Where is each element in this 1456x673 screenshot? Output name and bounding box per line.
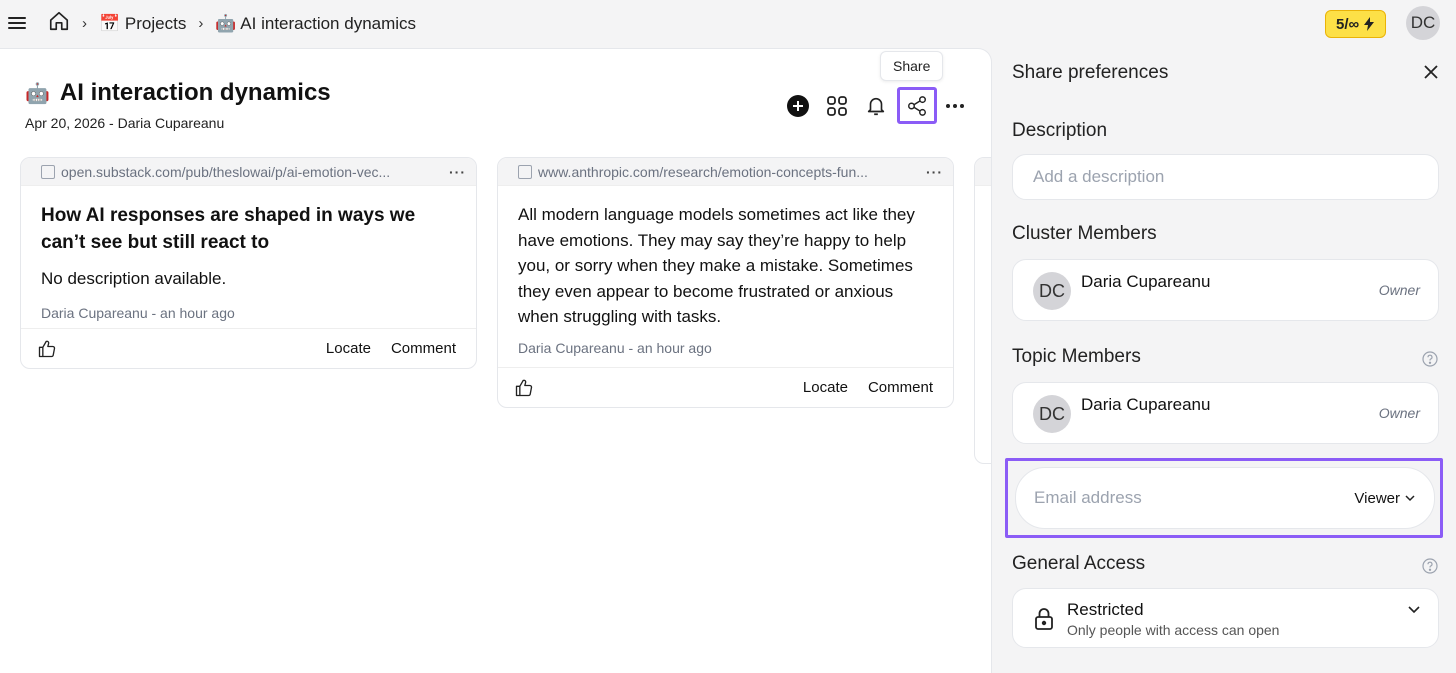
card-menu-button[interactable]: ··· bbox=[449, 164, 466, 180]
breadcrumb-projects[interactable]: 📅 Projects bbox=[99, 14, 186, 34]
comment-button[interactable]: Comment bbox=[391, 340, 456, 357]
card-description: All modern language models sometimes act… bbox=[518, 205, 915, 326]
email-input[interactable]: Email address bbox=[1034, 488, 1354, 508]
user-avatar[interactable]: DC bbox=[1406, 6, 1440, 40]
description-placeholder: Add a description bbox=[1033, 167, 1165, 186]
breadcrumb: › 📅 Projects › 🤖 AI interaction dynamics bbox=[48, 10, 416, 37]
card-body: All modern language models sometimes act… bbox=[498, 186, 953, 366]
avatar: DC bbox=[1033, 272, 1071, 310]
description-label: Description bbox=[1012, 120, 1108, 141]
bolt-icon bbox=[1364, 17, 1375, 31]
project-emoji: 🤖 bbox=[25, 82, 50, 105]
general-access-select[interactable]: Restricted Only people with access can o… bbox=[1012, 588, 1439, 648]
card-menu-button[interactable]: ··· bbox=[926, 164, 943, 180]
role-select[interactable]: Viewer bbox=[1354, 490, 1416, 507]
resource-card[interactable] bbox=[974, 157, 991, 464]
ellipsis-icon bbox=[946, 103, 964, 108]
card-header: open.substack.com/pub/theslowai/p/ai-emo… bbox=[21, 158, 476, 186]
resource-card[interactable]: open.substack.com/pub/theslowai/p/ai-emo… bbox=[20, 157, 477, 369]
top-bar: › 📅 Projects › 🤖 AI interaction dynamics… bbox=[0, 0, 1456, 48]
grid-icon bbox=[827, 95, 847, 116]
menu-icon[interactable] bbox=[8, 14, 26, 32]
breadcrumb-project[interactable]: 🤖 AI interaction dynamics bbox=[215, 14, 416, 34]
card-url[interactable]: www.anthropic.com/research/emotion-conce… bbox=[538, 164, 920, 180]
quota-text: 5/∞ bbox=[1336, 15, 1360, 33]
share-button[interactable] bbox=[897, 87, 937, 124]
lock-icon bbox=[1035, 608, 1053, 630]
locate-button[interactable]: Locate bbox=[803, 379, 848, 396]
thumbs-up-icon[interactable] bbox=[37, 339, 57, 359]
card-checkbox[interactable] bbox=[518, 164, 532, 179]
notifications-button[interactable] bbox=[862, 92, 890, 120]
cluster-members-label: Cluster Members bbox=[1012, 223, 1157, 244]
general-access-label: General Access bbox=[1012, 553, 1146, 574]
grid-view-button[interactable] bbox=[823, 92, 851, 120]
card-meta: Daria Cupareanu - an hour ago bbox=[518, 339, 712, 356]
chevron-down-icon bbox=[1408, 606, 1420, 614]
usage-quota-badge[interactable]: 5/∞ bbox=[1325, 10, 1387, 38]
member-name: Daria Cupareanu bbox=[1081, 272, 1211, 291]
more-options-button[interactable] bbox=[941, 92, 969, 120]
chevron-down-icon bbox=[1405, 495, 1415, 502]
card-body: How AI responses are shaped in ways we c… bbox=[21, 186, 476, 331]
member-role: Owner bbox=[1378, 282, 1420, 298]
help-icon[interactable] bbox=[1422, 351, 1438, 367]
comment-button[interactable]: Comment bbox=[868, 379, 933, 396]
project-toolbar bbox=[784, 87, 980, 124]
card-footer: Locate Comment bbox=[498, 367, 953, 407]
chevron-right-icon: › bbox=[198, 15, 204, 32]
share-preferences-panel: Share preferences Description Add a desc… bbox=[993, 48, 1456, 673]
member-name: Daria Cupareanu bbox=[1081, 395, 1211, 414]
close-icon[interactable] bbox=[1421, 62, 1441, 82]
locate-button[interactable]: Locate bbox=[326, 340, 371, 357]
member-row: DC Daria Cupareanu Owner bbox=[1012, 382, 1439, 444]
card-description: No description available. bbox=[41, 269, 227, 288]
plus-circle-icon bbox=[787, 94, 809, 117]
thumbs-up-icon[interactable] bbox=[514, 378, 534, 398]
project-main-panel: 🤖 AI interaction dynamics Apr 20, 2026 -… bbox=[0, 48, 992, 673]
share-icon bbox=[908, 95, 926, 116]
card-url[interactable]: open.substack.com/pub/theslowai/p/ai-emo… bbox=[61, 164, 443, 180]
email-invite-field[interactable]: Email address Viewer bbox=[1015, 467, 1435, 529]
avatar: DC bbox=[1033, 395, 1071, 433]
role-select-value: Viewer bbox=[1354, 489, 1400, 507]
access-level: Restricted bbox=[1067, 600, 1144, 619]
card-footer: Locate Comment bbox=[21, 328, 476, 368]
card-header bbox=[975, 158, 991, 186]
panel-title: Share preferences bbox=[1012, 62, 1169, 83]
project-title: AI interaction dynamics bbox=[59, 79, 331, 106]
description-input[interactable]: Add a description bbox=[1012, 154, 1439, 200]
member-row: DC Daria Cupareanu Owner bbox=[1012, 259, 1439, 321]
bell-icon bbox=[867, 97, 885, 115]
help-icon[interactable] bbox=[1422, 558, 1438, 574]
card-header: www.anthropic.com/research/emotion-conce… bbox=[498, 158, 953, 186]
add-button[interactable] bbox=[784, 92, 812, 120]
member-role: Owner bbox=[1378, 405, 1420, 421]
project-subtitle: Apr 20, 2026 - Daria Cupareanu bbox=[25, 115, 225, 131]
chevron-right-icon: › bbox=[82, 15, 87, 32]
card-title[interactable]: How AI responses are shaped in ways we c… bbox=[41, 202, 456, 256]
resource-card[interactable]: www.anthropic.com/research/emotion-conce… bbox=[497, 157, 954, 408]
access-description: Only people with access can open bbox=[1067, 622, 1280, 638]
topic-members-label: Topic Members bbox=[1012, 346, 1141, 367]
page-title: 🤖 AI interaction dynamics bbox=[25, 79, 331, 107]
card-meta: Daria Cupareanu - an hour ago bbox=[41, 304, 235, 321]
email-invite-highlight: Email address Viewer bbox=[1005, 458, 1443, 538]
home-icon[interactable] bbox=[48, 10, 70, 37]
card-checkbox[interactable] bbox=[41, 164, 55, 179]
share-tooltip: Share bbox=[880, 51, 944, 81]
